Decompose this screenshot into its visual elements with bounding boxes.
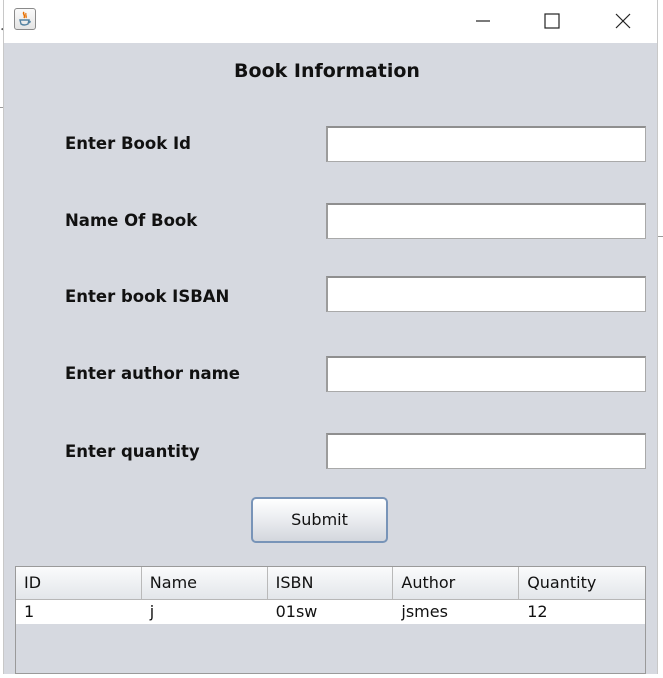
book-id-input[interactable] <box>326 126 646 162</box>
table-header: ID Name ISBN Author Quantity <box>16 567 645 600</box>
column-header-name[interactable]: Name <box>142 567 268 599</box>
cell-author: jsmes <box>401 602 448 621</box>
book-isban-input[interactable] <box>326 276 646 312</box>
cell-name: j <box>149 602 155 621</box>
maximize-button[interactable] <box>529 0 575 43</box>
background-divider <box>658 236 663 237</box>
book-isban-label: Enter book ISBAN <box>65 287 230 306</box>
author-name-input[interactable] <box>326 356 646 392</box>
table-row[interactable]: 1 j 01sw jsmes 12 <box>16 600 645 624</box>
title-bar[interactable] <box>4 0 657 43</box>
column-header-isbn[interactable]: ISBN <box>268 567 394 599</box>
quantity-label: Enter quantity <box>65 442 200 461</box>
form-title: Book Information <box>234 60 420 82</box>
cell-id: 1 <box>24 602 35 621</box>
column-header-quantity[interactable]: Quantity <box>519 567 645 599</box>
book-information-window: Book Information Enter Book Id Name Of B… <box>3 0 658 674</box>
book-id-label: Enter Book Id <box>65 134 191 153</box>
java-cup-icon[interactable] <box>14 8 36 30</box>
author-name-label: Enter author name <box>65 364 240 383</box>
minimize-icon <box>476 20 490 22</box>
close-button[interactable] <box>600 0 646 43</box>
minimize-button[interactable] <box>460 0 506 43</box>
column-header-id[interactable]: ID <box>16 567 142 599</box>
maximize-icon <box>544 13 560 29</box>
submit-button[interactable]: Submit <box>251 497 388 543</box>
book-name-input[interactable] <box>326 203 646 239</box>
close-icon <box>615 13 631 29</box>
cell-quantity: 12 <box>527 602 548 621</box>
cell-isbn: 01sw <box>275 602 318 621</box>
books-table[interactable]: ID Name ISBN Author Quantity 1 j 01sw js… <box>15 566 646 674</box>
quantity-input[interactable] <box>326 433 646 469</box>
column-header-author[interactable]: Author <box>393 567 520 599</box>
book-name-label: Name Of Book <box>65 211 198 230</box>
